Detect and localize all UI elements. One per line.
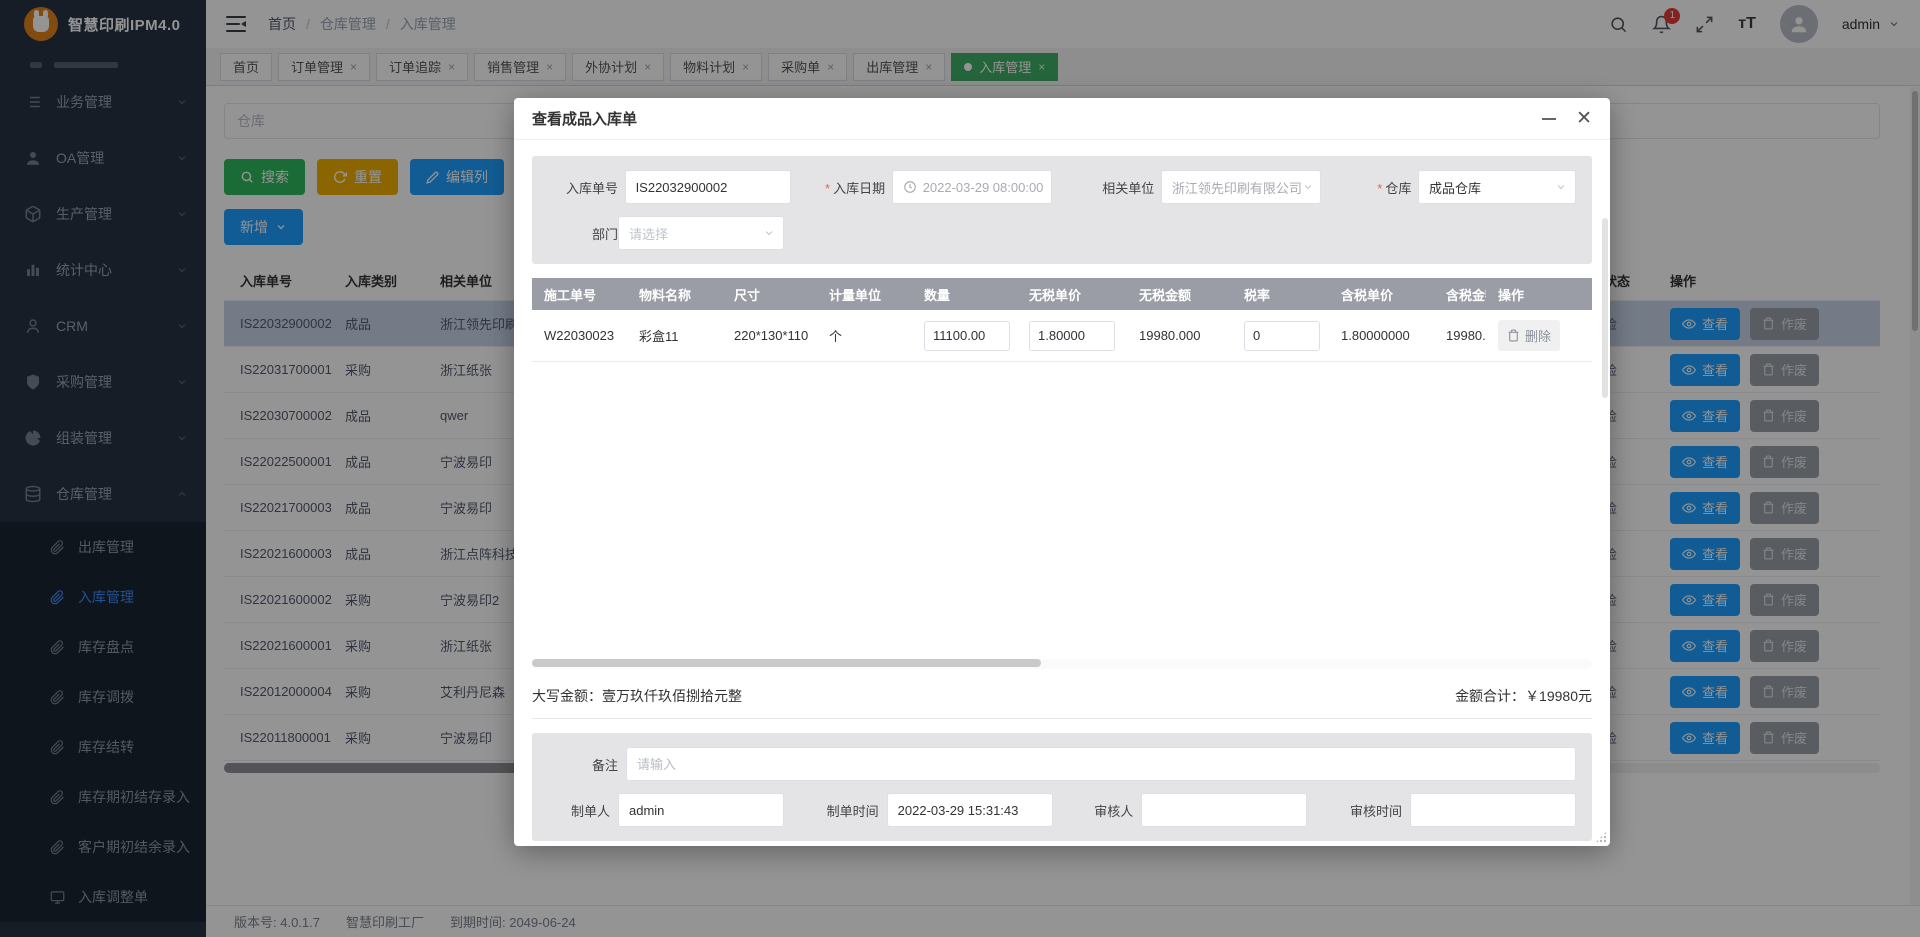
delete-row-button[interactable]: 删除 xyxy=(1498,320,1560,351)
size: 220*130*110 xyxy=(722,328,817,343)
detail-horizontal-scrollbar[interactable] xyxy=(532,659,1592,669)
totals-row: 大写金额：壹万玖仟玖佰捌拾元整 金额合计：￥19980元 xyxy=(532,673,1592,719)
create-time-label: 制单时间 xyxy=(803,801,879,820)
date-value: 2022-03-29 08:00:00 xyxy=(923,180,1044,195)
detail-table-header: 施工单号 物料名称 尺寸 计量单位 数量 无税单价 无税金额 税率 含税单价 含… xyxy=(532,278,1592,310)
detail-row: W22030023 彩盒11 220*130*110 个 19980.000 1… xyxy=(532,310,1592,362)
related-unit-value: 浙江领先印刷有限公司 xyxy=(1172,178,1302,197)
price-input[interactable] xyxy=(1029,321,1115,351)
close-icon[interactable]: ✕ xyxy=(1576,109,1592,128)
audit-time-input[interactable] xyxy=(1410,793,1576,827)
creator-input[interactable] xyxy=(618,793,784,827)
warehouse-select[interactable]: 成品仓库 xyxy=(1418,170,1576,204)
amount-words: 壹万玖仟玖佰捌拾元整 xyxy=(602,688,742,704)
order-no-input[interactable] xyxy=(625,170,791,204)
order-no-label: 入库单号 xyxy=(548,178,618,197)
trash-icon xyxy=(1507,329,1520,342)
remark-input[interactable] xyxy=(626,747,1576,781)
date-label: *入库日期 xyxy=(797,178,885,197)
department-placeholder: 请选择 xyxy=(629,224,668,243)
chevron-down-icon xyxy=(763,227,775,239)
order-info-form: 入库单号 *入库日期 2022-03-29 08:00:00 相关单位 浙江领先… xyxy=(532,156,1592,264)
chevron-down-icon xyxy=(1555,181,1567,193)
auditor-input[interactable] xyxy=(1141,793,1307,827)
tax-rate-input[interactable] xyxy=(1244,321,1320,351)
detail-table: 施工单号 物料名称 尺寸 计量单位 数量 无税单价 无税金额 税率 含税单价 含… xyxy=(532,278,1592,669)
work-order-no: W22030023 xyxy=(532,328,627,343)
tax-amount: 19980.0 xyxy=(1434,328,1486,343)
qty-input[interactable] xyxy=(924,321,1010,351)
tax-price: 1.80000000 xyxy=(1329,328,1434,343)
total-value: ￥19980元 xyxy=(1525,688,1592,704)
create-time-input[interactable] xyxy=(887,793,1053,827)
department-select[interactable]: 请选择 xyxy=(618,216,784,250)
related-unit-select[interactable]: 浙江领先印刷有限公司 xyxy=(1161,170,1321,204)
measure-unit: 个 xyxy=(817,326,912,345)
amount: 19980.000 xyxy=(1127,328,1232,343)
modal-title: 查看成品入库单 xyxy=(532,108,637,129)
remark-label: 备注 xyxy=(548,755,618,774)
view-inbound-order-modal: 查看成品入库单 ✕ 入库单号 *入库日期 2022-03-29 08:00:00… xyxy=(514,98,1610,846)
department-label: 部门 xyxy=(548,224,618,243)
chevron-down-icon xyxy=(1302,181,1314,193)
clock-icon xyxy=(903,180,917,194)
audit-form: 备注 制单人 制单时间 审核人 审核时间 xyxy=(532,733,1592,841)
warehouse-value: 成品仓库 xyxy=(1429,178,1481,197)
material-name: 彩盒11 xyxy=(627,326,722,345)
amount-words-label: 大写金额： xyxy=(532,688,602,704)
related-unit-label: 相关单位 xyxy=(1058,178,1154,197)
date-picker[interactable]: 2022-03-29 08:00:00 xyxy=(892,170,1052,204)
modal-header: 查看成品入库单 ✕ xyxy=(514,98,1610,140)
minimize-icon[interactable] xyxy=(1542,118,1556,120)
warehouse-label: *仓库 xyxy=(1327,178,1411,197)
creator-label: 制单人 xyxy=(548,801,610,820)
total-label: 金额合计： xyxy=(1455,688,1525,704)
audit-time-label: 审核时间 xyxy=(1326,801,1402,820)
modal-vertical-scrollbar[interactable] xyxy=(1602,218,1608,398)
auditor-label: 审核人 xyxy=(1071,801,1133,820)
